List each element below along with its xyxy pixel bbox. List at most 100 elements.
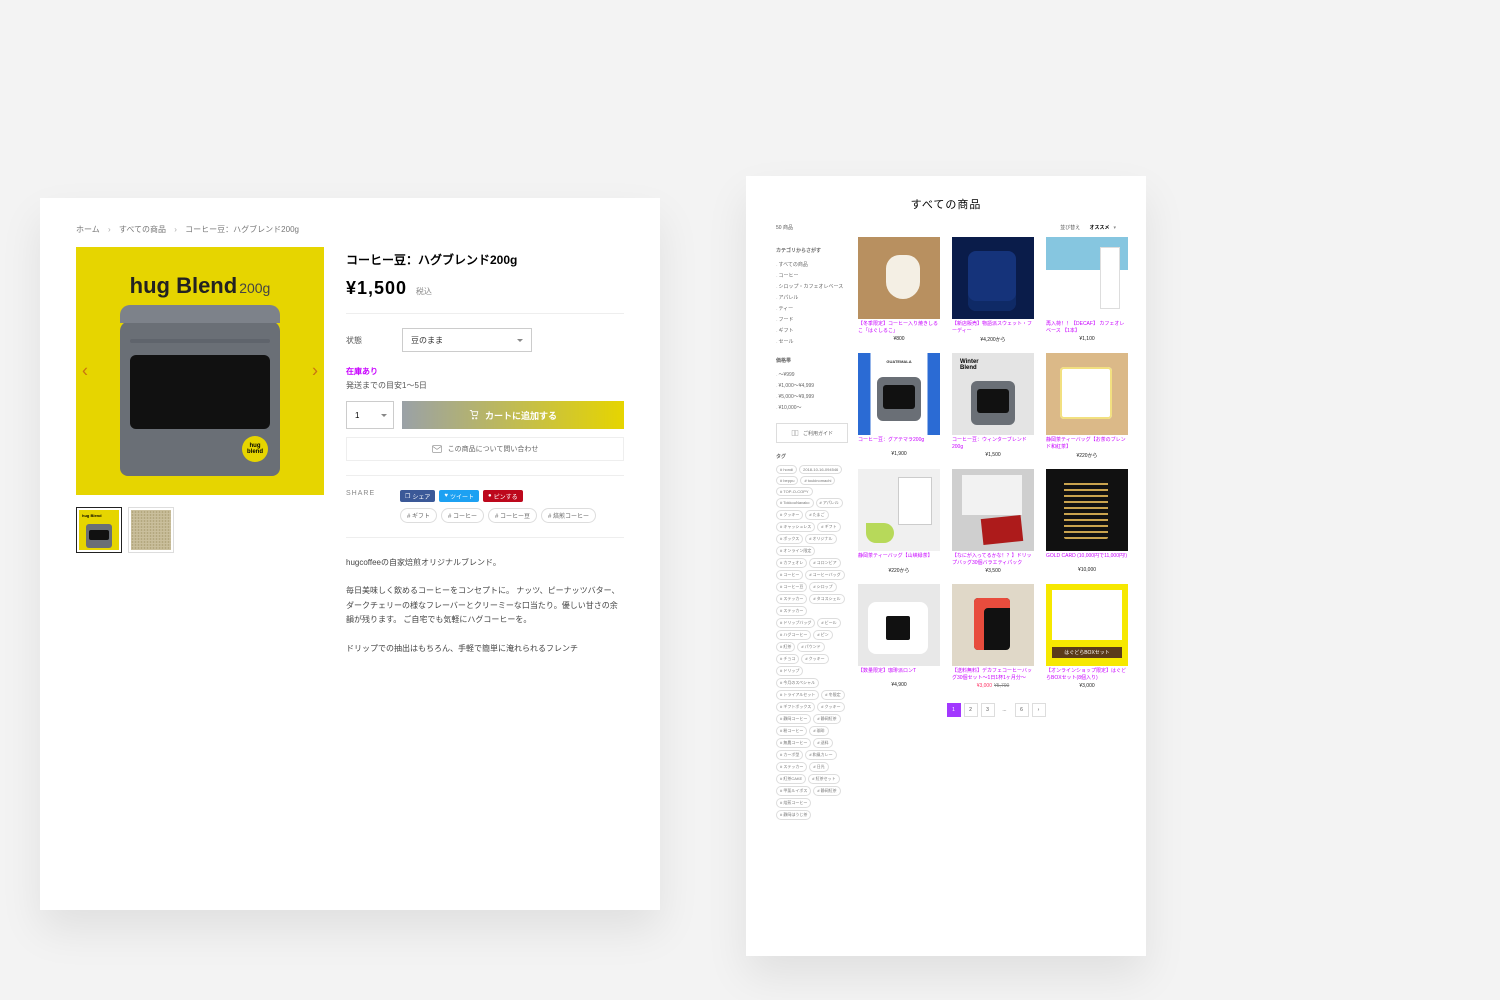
- thumbnail-2[interactable]: [128, 507, 174, 553]
- sidebar-tag[interactable]: # TokkouNavako: [776, 498, 814, 508]
- pagination-page[interactable]: 1: [947, 703, 961, 717]
- sidebar-tag[interactable]: # シロップ: [809, 582, 836, 592]
- sidebar-tag[interactable]: # たまご: [805, 510, 828, 520]
- pagination-page[interactable]: 2: [964, 703, 978, 717]
- breadcrumb-all[interactable]: すべての商品: [119, 225, 166, 234]
- product-tag[interactable]: # 焙煎コーヒー: [541, 508, 596, 523]
- sidebar-tag[interactable]: # ハグコーヒー: [776, 630, 811, 640]
- sidebar-tag[interactable]: # ギフト: [817, 522, 840, 532]
- sidebar-tag[interactable]: # ステッカー: [776, 762, 807, 772]
- sidebar-tag[interactable]: # ドリップバッグ: [776, 618, 815, 628]
- sidebar-tag[interactable]: # hondi: [776, 465, 797, 474]
- product-card[interactable]: 再入荷！！【DECAF】 カフェオレベース 【1本】¥1,100: [1046, 237, 1128, 347]
- sidebar-tag[interactable]: 2018-10-16-094546: [799, 465, 842, 474]
- sidebar-tag[interactable]: # 静岡紅茶: [813, 714, 840, 724]
- product-card[interactable]: 【新店販売】物語派スウェット・フーディー¥4,200から: [952, 237, 1034, 347]
- sidebar-category-item[interactable]: ギフト: [776, 325, 848, 336]
- product-card-title[interactable]: 【なにが入ってるかな！？】ドリップバッグ30個バラエティパック: [952, 553, 1034, 566]
- sidebar-tag[interactable]: # カーボ型: [776, 750, 803, 760]
- product-card-title[interactable]: 静岡茶ティーバッグ【山峡緑茶】: [858, 553, 940, 565]
- sidebar-tag[interactable]: # タコスシェル: [809, 594, 844, 604]
- product-card-title[interactable]: 再入荷！！【DECAF】 カフェオレベース 【1本】: [1046, 321, 1128, 334]
- sidebar-tag[interactable]: # toukinomachi: [800, 476, 835, 485]
- sidebar-price-item[interactable]: ¥10,000〜: [776, 402, 848, 413]
- thumbnail-1[interactable]: [76, 507, 122, 553]
- sidebar-tag[interactable]: # ステッカー: [776, 594, 807, 604]
- sidebar-tag[interactable]: # トライアルセット: [776, 690, 819, 700]
- sidebar-tag[interactable]: # パウンド: [797, 642, 824, 652]
- sidebar-tag[interactable]: # 和風カレー: [805, 750, 836, 760]
- product-tag[interactable]: # コーヒー豆: [488, 508, 537, 523]
- state-select[interactable]: 豆のまま: [402, 328, 532, 352]
- sidebar-tag[interactable]: # チョコ: [776, 654, 799, 664]
- sidebar-tag[interactable]: # TOP-O-COPY: [776, 487, 813, 496]
- quantity-select[interactable]: 1: [346, 401, 394, 429]
- sidebar-tag[interactable]: # 冬限定: [821, 690, 844, 700]
- product-card-title[interactable]: コーヒー豆：グアテマラ200g: [858, 437, 940, 449]
- sidebar-category-item[interactable]: フード: [776, 314, 848, 325]
- sidebar-tag[interactable]: # コロンビア: [809, 558, 840, 568]
- sidebar-tag[interactable]: # 今月のスペシャル: [776, 678, 819, 688]
- sidebar-tag[interactable]: # ビール: [817, 618, 840, 628]
- sidebar-tag[interactable]: # ピン: [813, 630, 832, 640]
- sidebar-category-item[interactable]: シロップ・カフェオレベース: [776, 281, 848, 292]
- sidebar-tag[interactable]: # クッキー: [817, 702, 844, 712]
- share-twitter-button[interactable]: ♥ツイート: [439, 490, 479, 502]
- sidebar-tag[interactable]: # 粉コーヒー: [776, 726, 807, 736]
- product-card-title[interactable]: 【オンラインショップ限定】はぐどらBOXセット(8個入り): [1046, 668, 1128, 681]
- sidebar-tag[interactable]: # 送料: [813, 738, 832, 748]
- product-card[interactable]: GOLD CARD (10,000円で11,000円!)¥10,000: [1046, 469, 1128, 578]
- share-pinterest-button[interactable]: ●ピンする: [483, 490, 523, 502]
- pagination-next[interactable]: ›: [1032, 703, 1046, 717]
- sidebar-tag[interactable]: # コーヒーバッグ: [805, 570, 844, 580]
- sidebar-tag[interactable]: # beppu: [776, 476, 798, 485]
- gallery-prev-button[interactable]: ‹: [82, 361, 88, 382]
- product-card[interactable]: 静岡茶ティーバッグ【お茶のブレンド和紅茶】¥220から: [1046, 353, 1128, 463]
- product-card[interactable]: 静岡茶ティーバッグ【山峡緑茶】¥220から: [858, 469, 940, 578]
- product-card-title[interactable]: コーヒー豆：ウィンターブレンド200g: [952, 437, 1034, 450]
- sidebar-tag[interactable]: # ギフトボックス: [776, 702, 815, 712]
- sidebar-tag[interactable]: # ボックス: [776, 534, 803, 544]
- inquiry-button[interactable]: この商品について問い合わせ: [346, 437, 624, 461]
- sidebar-category-item[interactable]: アパレル: [776, 292, 848, 303]
- sidebar-category-item[interactable]: すべての商品: [776, 259, 848, 270]
- sidebar-tag[interactable]: # オリジナル: [805, 534, 836, 544]
- sidebar-tag[interactable]: # コーヒー豆: [776, 582, 807, 592]
- pagination-page[interactable]: 3: [981, 703, 995, 717]
- pagination-page[interactable]: 6: [1015, 703, 1029, 717]
- sidebar-tag[interactable]: # キャッシュレス: [776, 522, 815, 532]
- sidebar-tag[interactable]: # ステッカー: [776, 606, 807, 616]
- sidebar-category-item[interactable]: ティー: [776, 303, 848, 314]
- product-card[interactable]: コーヒー豆：グアテマラ200g¥1,900: [858, 353, 940, 463]
- sidebar-price-item[interactable]: 〜¥999: [776, 369, 848, 380]
- product-card-title[interactable]: 【冬季限定】コーヒー入り焼きしるこ「はぐしるこ」: [858, 321, 940, 334]
- sidebar-tag[interactable]: # オンライン限定: [776, 546, 815, 556]
- sidebar-price-item[interactable]: ¥1,000〜¥4,999: [776, 380, 848, 391]
- product-card-title[interactable]: 【送料無料】デカフェコーヒーバッグ30個セット〜1日1杯1ヶ月分〜: [952, 668, 1034, 681]
- add-to-cart-button[interactable]: カートに追加する: [402, 401, 624, 429]
- usage-guide-button[interactable]: ご利用ガイド: [776, 423, 848, 443]
- product-card[interactable]: 【冬季限定】コーヒー入り焼きしるこ「はぐしるこ」¥800: [858, 237, 940, 347]
- sidebar-tag[interactable]: # 静岡紅茶: [813, 786, 840, 796]
- sidebar-tag[interactable]: # 無農コーヒー: [776, 738, 811, 748]
- product-card[interactable]: 【なにが入ってるかな！？】ドリップバッグ30個バラエティパック¥3,500: [952, 469, 1034, 578]
- sidebar-tag[interactable]: # 甲斐ルイボス: [776, 786, 811, 796]
- product-card[interactable]: 【オンラインショップ限定】はぐどらBOXセット(8個入り)¥3,000: [1046, 584, 1128, 693]
- sidebar-category-item[interactable]: コーヒー: [776, 270, 848, 281]
- gallery-next-button[interactable]: ›: [312, 361, 318, 382]
- sidebar-tag[interactable]: # 紅茶CAKE: [776, 774, 806, 784]
- sidebar-tag[interactable]: # 静岡コーヒー: [776, 714, 811, 724]
- sidebar-tag[interactable]: # 珈琲: [809, 726, 828, 736]
- product-card-title[interactable]: 【数量限定】珈琲派ロンT: [858, 668, 940, 680]
- sidebar-category-item[interactable]: セール: [776, 336, 848, 347]
- sidebar-tag[interactable]: # カフェオレ: [776, 558, 807, 568]
- sidebar-tag[interactable]: # コーヒー: [776, 570, 803, 580]
- sidebar-tag[interactable]: # 紅茶セット: [808, 774, 839, 784]
- sidebar-tag[interactable]: # 紅茶: [776, 642, 795, 652]
- breadcrumb-home[interactable]: ホーム: [76, 225, 100, 234]
- sidebar-tag[interactable]: # クッキー: [776, 510, 803, 520]
- share-facebook-button[interactable]: ❒シェア: [400, 490, 435, 502]
- product-card[interactable]: 【送料無料】デカフェコーヒーバッグ30個セット〜1日1杯1ヶ月分〜¥3,000¥…: [952, 584, 1034, 693]
- product-tag[interactable]: # コーヒー: [441, 508, 484, 523]
- sidebar-tag[interactable]: # クッキー: [801, 654, 828, 664]
